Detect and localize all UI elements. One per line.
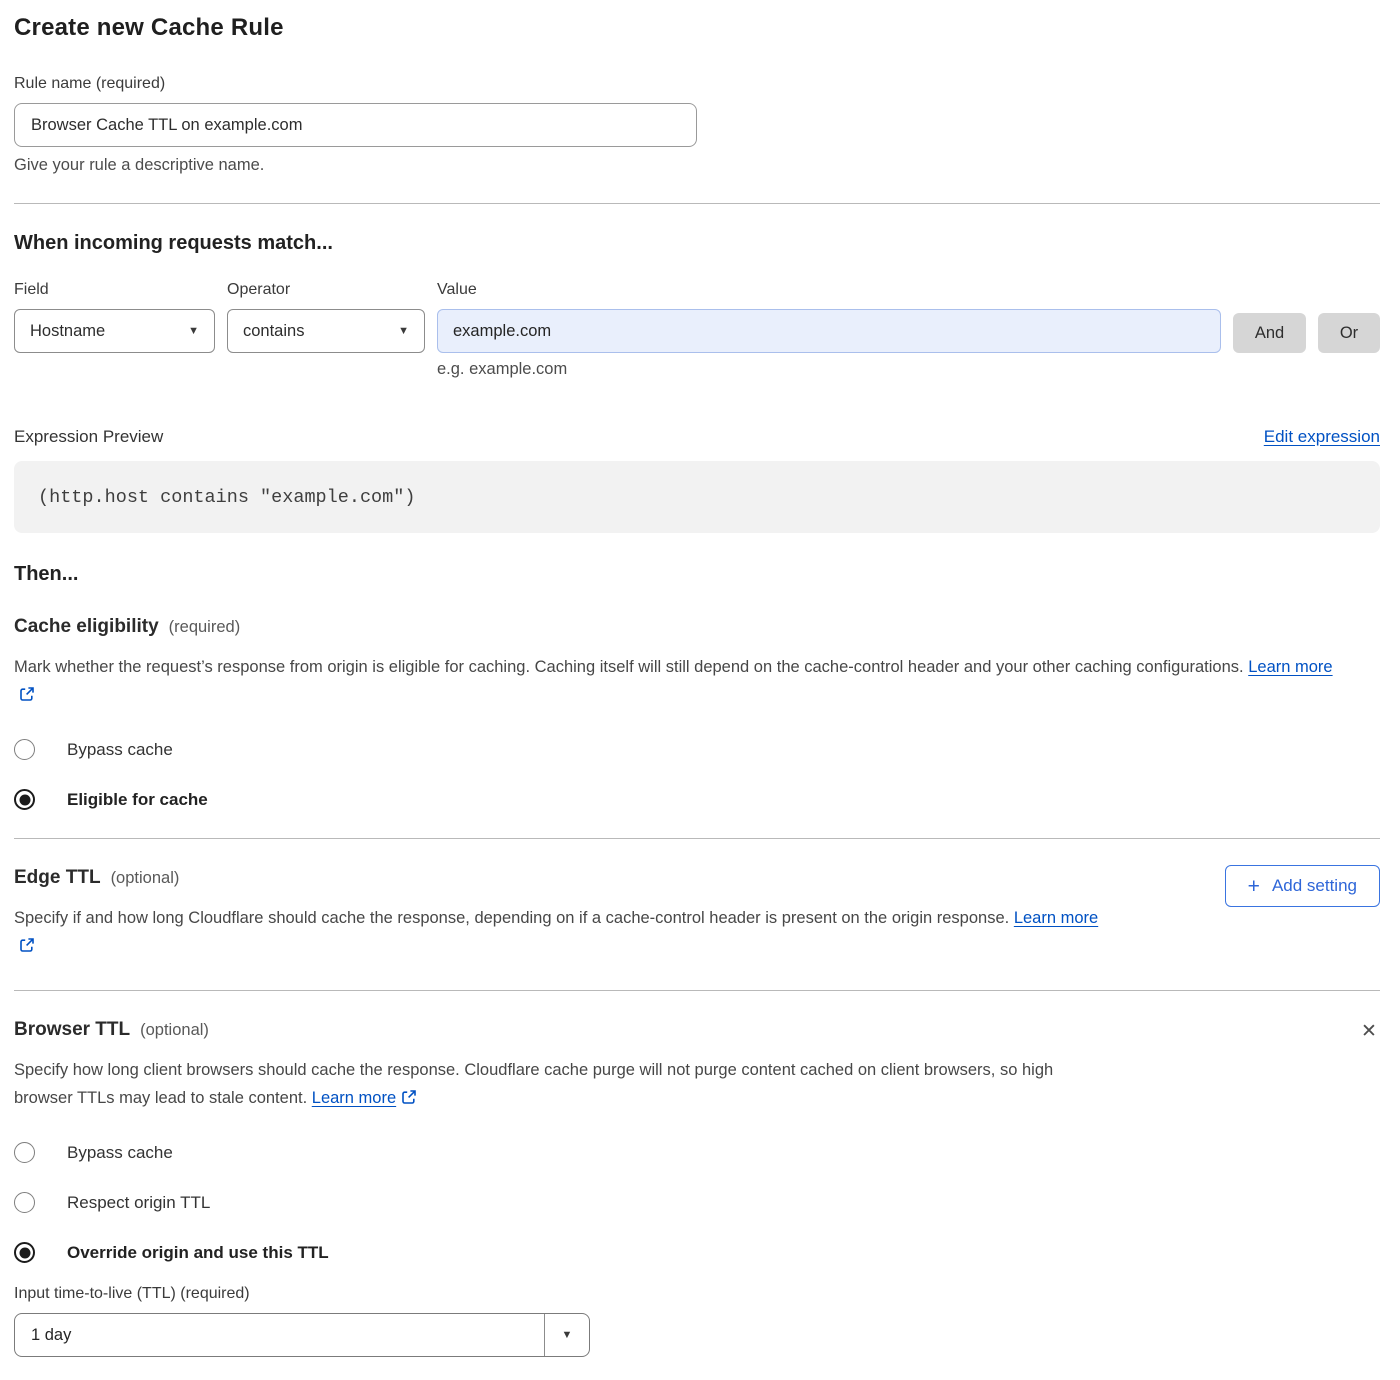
external-link-icon <box>19 934 35 962</box>
chevron-down-icon: ▼ <box>188 326 199 337</box>
rule-name-section: Rule name (required) Give your rule a de… <box>14 75 1380 175</box>
field-select[interactable]: Hostname ▼ <box>14 309 215 353</box>
browser-ttl-radio-group: Bypass cache Respect origin TTL Override… <box>14 1142 1380 1263</box>
edge-ttl-title: Edge TTL <box>14 867 101 889</box>
or-button[interactable]: Or <box>1318 313 1380 353</box>
expression-code-block: (http.host contains "example.com") <box>14 461 1380 533</box>
edge-ttl-learn-more-link[interactable]: Learn more <box>1014 909 1098 927</box>
expression-code: (http.host contains "example.com") <box>38 487 415 508</box>
cache-eligibility-description: Mark whether the request’s response from… <box>14 653 1349 711</box>
add-setting-button[interactable]: + Add setting <box>1225 865 1380 907</box>
cache-eligibility-title: Cache eligibility <box>14 616 159 638</box>
page-title: Create new Cache Rule <box>14 14 1380 42</box>
chevron-down-icon[interactable]: ▼ <box>544 1314 589 1356</box>
browser-ttl-description-text: Specify how long client browsers should … <box>14 1061 1053 1107</box>
external-link-icon <box>401 1086 417 1114</box>
radio-option-bypass-cache[interactable]: Bypass cache <box>14 1142 1380 1163</box>
edge-ttl-description: Specify if and how long Cloudflare shoul… <box>14 904 1119 962</box>
close-icon[interactable]: ✕ <box>1358 1021 1380 1043</box>
field-select-value: Hostname <box>30 322 105 341</box>
radio-option-label: Bypass cache <box>67 740 173 760</box>
section-divider <box>14 838 1380 839</box>
value-input[interactable] <box>437 309 1221 353</box>
edge-ttl-description-text: Specify if and how long Cloudflare shoul… <box>14 909 1009 927</box>
operator-select[interactable]: contains ▼ <box>227 309 425 353</box>
radio-option-label: Override origin and use this TTL <box>67 1243 329 1263</box>
field-label: Field <box>14 281 215 299</box>
edit-expression-link[interactable]: Edit expression <box>1264 427 1380 447</box>
browser-ttl-section: ✕ Browser TTL (optional) Specify how lon… <box>14 1019 1380 1357</box>
radio-button-icon[interactable] <box>14 739 35 760</box>
plus-icon: + <box>1248 876 1260 897</box>
add-setting-label: Add setting <box>1272 876 1357 896</box>
radio-option-respect-origin-ttl[interactable]: Respect origin TTL <box>14 1192 1380 1213</box>
radio-button-icon[interactable] <box>14 1192 35 1213</box>
value-helper: e.g. example.com <box>437 360 1380 379</box>
match-condition-row: Field Hostname ▼ Operator contains ▼ Val… <box>14 281 1380 353</box>
cache-eligibility-section: Cache eligibility (required) Mark whethe… <box>14 616 1380 810</box>
operator-label: Operator <box>227 281 425 299</box>
section-divider <box>14 990 1380 991</box>
browser-ttl-description: Specify how long client browsers should … <box>14 1056 1104 1114</box>
ttl-select-value: 1 day <box>15 1314 544 1356</box>
chevron-down-icon: ▼ <box>398 326 409 337</box>
and-button[interactable]: And <box>1233 313 1306 353</box>
browser-ttl-title: Browser TTL <box>14 1019 130 1041</box>
rule-name-helper: Give your rule a descriptive name. <box>14 156 1380 175</box>
operator-select-value: contains <box>243 322 304 341</box>
browser-ttl-learn-more-link[interactable]: Learn more <box>312 1089 396 1107</box>
match-heading: When incoming requests match... <box>14 232 1380 255</box>
edge-ttl-section: Edge TTL (optional) Specify if and how l… <box>14 867 1380 962</box>
expression-preview-label: Expression Preview <box>14 427 163 447</box>
radio-button-icon[interactable] <box>14 1142 35 1163</box>
cache-eligibility-description-text: Mark whether the request’s response from… <box>14 658 1244 676</box>
cache-eligibility-required-tag: (required) <box>169 618 241 637</box>
radio-button-selected-icon[interactable] <box>14 1242 35 1263</box>
ttl-label: Input time-to-live (TTL) (required) <box>14 1285 1380 1303</box>
then-heading: Then... <box>14 563 1380 586</box>
value-label: Value <box>437 281 1221 299</box>
radio-option-label: Bypass cache <box>67 1143 173 1163</box>
chevron-down-glyph: ▼ <box>562 1330 573 1341</box>
section-divider <box>14 203 1380 204</box>
expression-header: Expression Preview Edit expression <box>14 427 1380 447</box>
radio-option-bypass-cache[interactable]: Bypass cache <box>14 739 1380 760</box>
rule-name-label: Rule name (required) <box>14 75 1380 93</box>
radio-option-label: Eligible for cache <box>67 790 208 810</box>
cache-eligibility-learn-more-link[interactable]: Learn more <box>1248 658 1332 676</box>
radio-button-selected-icon[interactable] <box>14 789 35 810</box>
radio-option-eligible-for-cache[interactable]: Eligible for cache <box>14 789 1380 810</box>
rule-name-input[interactable] <box>14 103 697 147</box>
edge-ttl-optional-tag: (optional) <box>111 869 180 888</box>
cache-eligibility-radio-group: Bypass cache Eligible for cache <box>14 739 1380 810</box>
external-link-icon <box>19 683 35 711</box>
radio-option-label: Respect origin TTL <box>67 1193 210 1213</box>
radio-option-override-origin-ttl[interactable]: Override origin and use this TTL <box>14 1242 1380 1263</box>
browser-ttl-optional-tag: (optional) <box>140 1021 209 1040</box>
ttl-select[interactable]: 1 day ▼ <box>14 1313 590 1357</box>
